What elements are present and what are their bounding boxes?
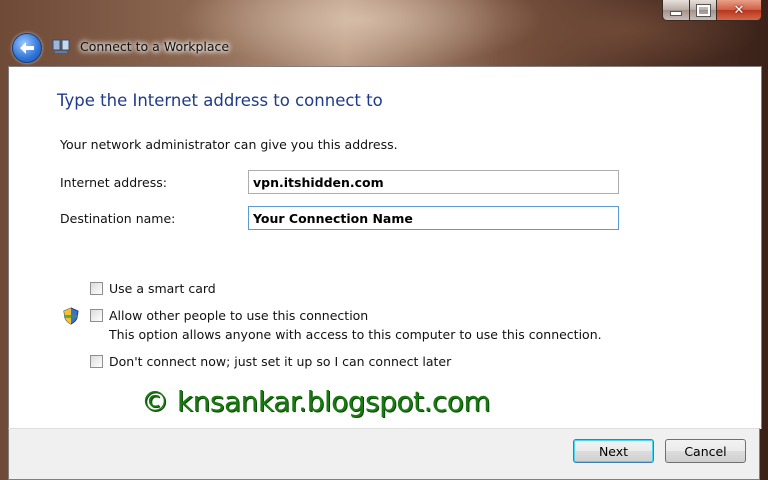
dont-connect-option[interactable]: Don't connect now; just set it up so I c… — [90, 354, 451, 370]
internet-address-input[interactable] — [248, 170, 619, 194]
allow-others-checkbox[interactable] — [90, 309, 103, 322]
smart-card-option[interactable]: Use a smart card — [90, 281, 216, 297]
cancel-button[interactable]: Cancel — [665, 439, 746, 463]
network-connection-icon — [52, 39, 70, 53]
dont-connect-checkbox[interactable] — [90, 355, 103, 368]
internet-address-label: Internet address: — [60, 175, 167, 190]
close-icon: ✕ — [733, 2, 745, 18]
smart-card-checkbox[interactable] — [90, 282, 103, 295]
allow-others-option[interactable]: Allow other people to use this connectio… — [90, 308, 368, 324]
back-arrow-icon — [20, 42, 34, 54]
back-button[interactable] — [12, 33, 42, 63]
allow-others-label: Allow other people to use this connectio… — [109, 308, 369, 323]
next-button[interactable]: Next — [573, 439, 654, 463]
close-button[interactable]: ✕ — [717, 0, 762, 21]
destination-name-label: Destination name: — [60, 211, 176, 226]
allow-others-description: This option allows anyone with access to… — [109, 327, 602, 342]
destination-name-input[interactable] — [248, 206, 619, 230]
watermark-text: © knsankar.blogspot.com — [141, 385, 491, 418]
wizard-window: ✕ Connect to a Workplace Type the Intern… — [0, 0, 768, 480]
maximize-button[interactable] — [690, 0, 717, 21]
button-bar: Next Cancel — [8, 428, 760, 480]
page-heading: Type the Internet address to connect to — [57, 91, 383, 110]
minimize-button[interactable] — [662, 0, 690, 21]
dont-connect-label: Don't connect now; just set it up so I c… — [109, 354, 452, 369]
wizard-content: Type the Internet address to connect to … — [8, 66, 762, 429]
smart-card-label: Use a smart card — [109, 281, 216, 296]
caption-buttons: ✕ — [662, 0, 762, 21]
maximize-icon — [695, 3, 711, 17]
window-title: Connect to a Workplace — [80, 39, 230, 54]
uac-shield-icon — [63, 307, 79, 325]
minimize-icon — [670, 10, 682, 16]
info-text: Your network administrator can give you … — [60, 137, 398, 152]
